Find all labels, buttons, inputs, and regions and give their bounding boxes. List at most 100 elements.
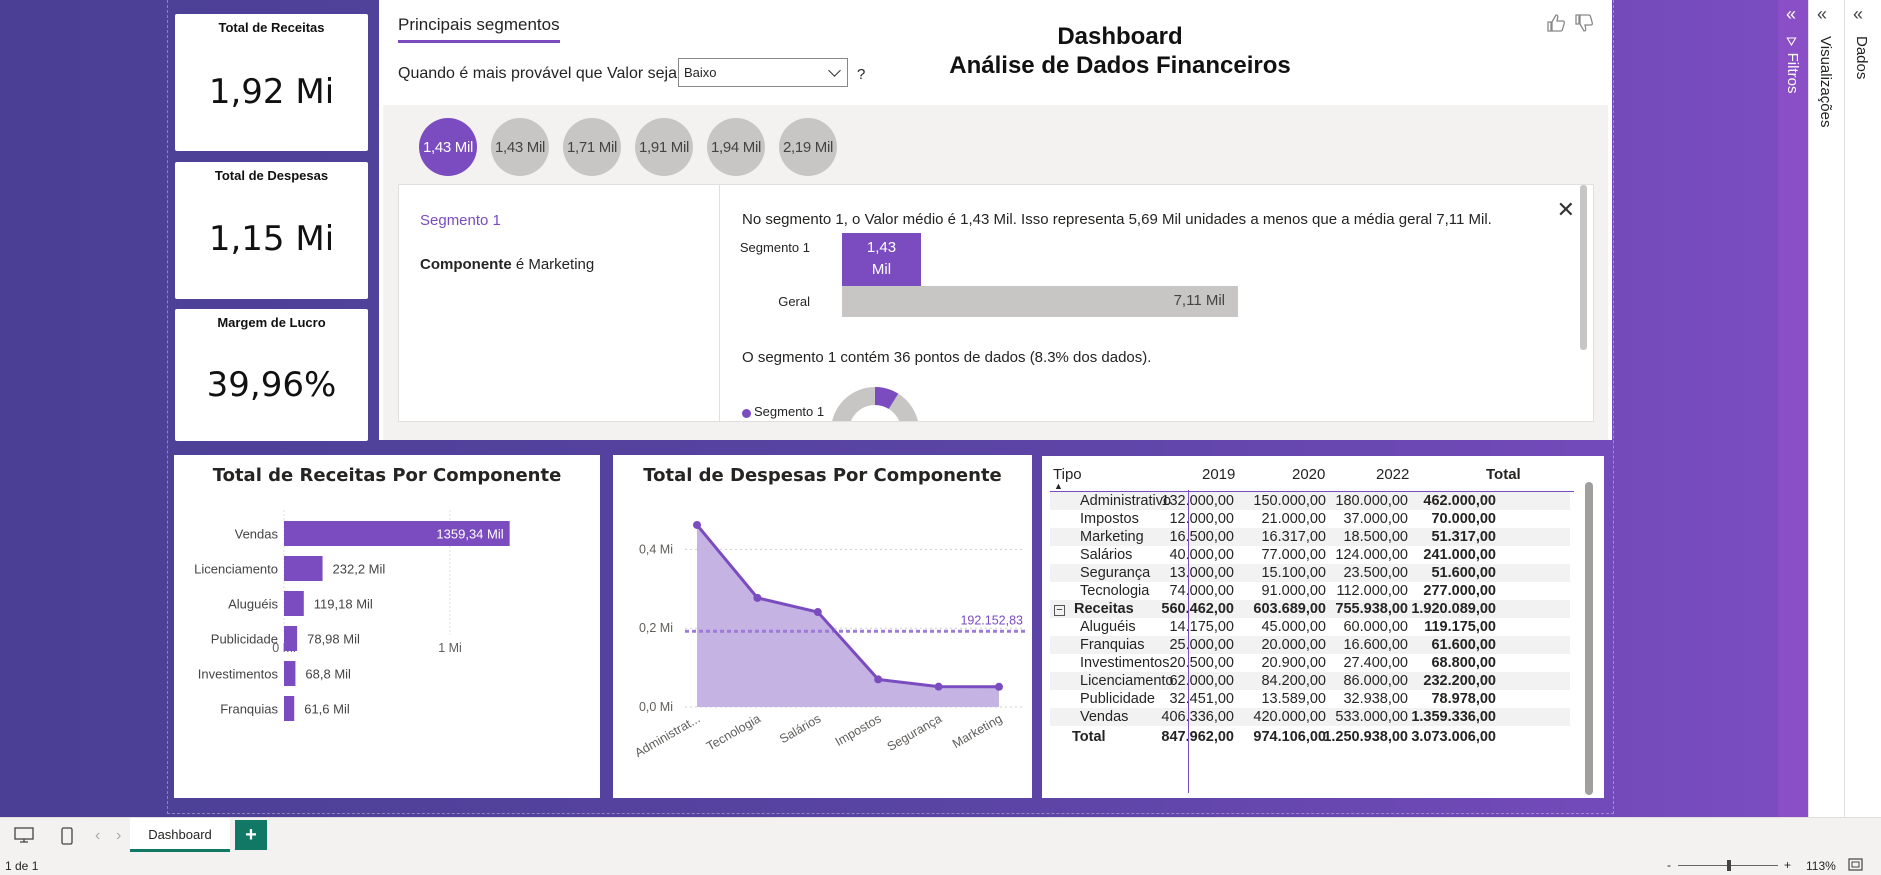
page-tab-dashboard[interactable]: Dashboard — [130, 818, 230, 852]
sort-ascending-icon[interactable]: ▲ — [1054, 481, 1063, 491]
collapse-group-icon[interactable]: − — [1054, 605, 1065, 616]
header-divider — [1050, 491, 1574, 492]
segment-bubble[interactable]: 2,19 Mil — [779, 118, 837, 176]
panel-scrollbar[interactable] — [1580, 185, 1587, 350]
feedback-icons — [1546, 14, 1594, 37]
table-row[interactable]: Tecnologia 74.000,00 91.000,00 112.000,00 27… — [1050, 582, 1570, 600]
table-total-row[interactable]: Total 847.962,00 974.106,00 1.250.938,00 3.0… — [1050, 727, 1570, 747]
header-subtitle: Análise de Dados Financeiros — [949, 52, 1291, 79]
table-row[interactable]: Publicidade 32.451,00 13.589,00 32.938,00 78… — [1050, 690, 1570, 708]
table-row[interactable]: Aluguéis 14.175,00 45.000,00 60.000,00 119.1… — [1050, 618, 1570, 636]
collapse-filters-icon[interactable]: « — [1786, 4, 1796, 25]
table-cell: 406.336,00 — [1161, 709, 1234, 725]
table-cell: 132.000,00 — [1161, 493, 1234, 509]
filters-pane-label: ⛛ Filtros — [1784, 36, 1801, 93]
table-cell: 1.250.938,00 — [1323, 729, 1408, 745]
next-page-icon[interactable]: › — [116, 827, 121, 845]
table-cell: 91.000,00 — [1261, 583, 1326, 599]
segment-bubble[interactable]: 1,71 Mil — [563, 118, 621, 176]
fit-to-page-icon[interactable] — [1848, 858, 1863, 874]
segment-bar: 1,43 Mil — [842, 233, 921, 286]
table-row[interactable]: Licenciamento 62.000,00 84.200,00 86.000,00… — [1050, 672, 1570, 690]
table-cell: 420.000,00 — [1253, 709, 1326, 725]
row-header: Franquias — [1080, 637, 1145, 653]
table-row[interactable]: Vendas 406.336,00 420.000,00 533.000,00 1.35… — [1050, 708, 1570, 726]
table-row[interactable]: Salários 40.000,00 77.000,00 124.000,00 241.… — [1050, 546, 1570, 564]
table-row[interactable]: Franquias 25.000,00 20.000,00 16.600,00 61.6… — [1050, 636, 1570, 654]
column-header: 2020 — [1292, 466, 1326, 483]
kpi-card-receitas[interactable]: Total de Receitas 1,92 Mi — [175, 14, 368, 151]
zoom-slider-thumb[interactable] — [1727, 860, 1731, 871]
data-label: 61,6 Mil — [304, 702, 350, 717]
group-toggle[interactable]: − — [1054, 602, 1074, 618]
despesas-chart-card[interactable]: Total de Despesas Por Componente 0,0 Mi 0… — [613, 455, 1032, 798]
row-header: Aluguéis — [1080, 619, 1136, 635]
table-cell: 20.500,00 — [1169, 655, 1234, 671]
receitas-chart: 0 Mi1 MiVendas1359,34 MilLicenciamento23… — [194, 510, 510, 721]
table-cell: 51.317,00 — [1431, 529, 1496, 545]
table-row[interactable]: Impostos 12.000,00 21.000,00 37.000,00 70.00… — [1050, 510, 1570, 528]
table-cell: 124.000,00 — [1335, 547, 1408, 563]
zoom-in-button[interactable]: + — [1784, 858, 1791, 872]
collapse-data-icon[interactable]: « — [1853, 4, 1863, 25]
question-text: Quando é mais provável que Valor seja — [398, 65, 677, 82]
bar — [284, 556, 323, 581]
table-cell: 25.000,00 — [1169, 637, 1234, 653]
data-point — [753, 593, 762, 602]
segment-bubble[interactable]: 1,43 Mil — [419, 118, 477, 176]
matrix-table[interactable]: Tipo 2019 2020 2022 Total ▲ Administrativo 132.… — [1042, 456, 1604, 798]
collapse-visualizations-icon[interactable]: « — [1817, 4, 1827, 25]
kpi-value: 1,92 Mi — [208, 72, 335, 112]
kpi-card-margem[interactable]: Margem de Lucro 39,96% — [175, 309, 368, 441]
row-header: Tecnologia — [1080, 583, 1150, 599]
segment-bubble[interactable]: 1,94 Mil — [707, 118, 765, 176]
overall-bar: 7,11 Mil — [842, 286, 1238, 317]
chevron-down-icon — [828, 64, 841, 77]
segment-detail-panel: Segmento 1 Componente é Marketing No seg… — [398, 184, 1594, 422]
segment-bubble[interactable]: 1,91 Mil — [635, 118, 693, 176]
desktop-layout-icon[interactable] — [14, 827, 34, 848]
kpi-card-despesas[interactable]: Total de Despesas 1,15 Mi — [175, 162, 368, 299]
table-cell: 32.938,00 — [1343, 691, 1408, 707]
column-header: 2022 — [1376, 466, 1410, 483]
table-row[interactable]: Segurança 13.000,00 15.100,00 23.500,00 51.6… — [1050, 564, 1570, 582]
table-cell: 241.000,00 — [1423, 547, 1496, 563]
table-row[interactable]: Marketing 16.500,00 16.317,00 18.500,00 51.3… — [1050, 528, 1570, 546]
mobile-layout-icon[interactable] — [61, 827, 73, 850]
table-scrollbar[interactable] — [1585, 482, 1593, 795]
y-tick-label: 0,2 Mi — [639, 621, 673, 635]
x-tick-label: 1 Mi — [438, 641, 462, 655]
key-influencers-visual[interactable]: Principais segmentos Quando é mais prová… — [379, 0, 1612, 440]
condition-value: é Marketing — [511, 256, 595, 273]
column-header: 2019 — [1202, 466, 1236, 483]
category-label: Vendas — [235, 527, 279, 542]
value-dropdown[interactable]: Baixo — [678, 58, 848, 87]
table-cell: 150.000,00 — [1253, 493, 1326, 509]
question-mark: ? — [857, 66, 866, 83]
thumbs-up-icon[interactable] — [1546, 14, 1566, 37]
add-page-button[interactable]: + — [235, 820, 267, 850]
row-header: Receitas — [1074, 601, 1134, 617]
table-row[interactable]: Administrativo 132.000,00 150.000,00 180.00… — [1050, 492, 1570, 510]
table-cell: 15.100,00 — [1261, 565, 1326, 581]
segment-bubble[interactable]: 1,43 Mil — [491, 118, 549, 176]
thumbs-down-icon[interactable] — [1574, 14, 1594, 37]
receitas-chart-card[interactable]: Total de Receitas Por Componente 0 Mi1 M… — [174, 455, 600, 798]
table-row[interactable]: Investimentos 20.500,00 20.900,00 27.400,00… — [1050, 654, 1570, 672]
table-cell: 16.500,00 — [1169, 529, 1234, 545]
table-group-row[interactable]: − Receitas 560.462,00 603.689,00 755.938,00 1… — [1050, 600, 1570, 618]
close-icon[interactable]: ✕ — [1557, 197, 1575, 223]
row-header-divider — [1188, 490, 1189, 793]
prev-page-icon[interactable]: ‹ — [95, 827, 100, 845]
tab-principais-segmentos[interactable]: Principais segmentos — [398, 15, 560, 43]
segment-definition: Segmento 1 Componente é Marketing — [399, 185, 720, 421]
table-cell: 13.589,00 — [1261, 691, 1326, 707]
zoom-out-button[interactable]: - — [1667, 858, 1671, 872]
data-pane-label[interactable]: Dados — [1853, 36, 1870, 79]
segment-bubbles: 1,43 Mil 1,43 Mil 1,71 Mil 1,91 Mil 1,94… — [419, 118, 837, 176]
data-point — [874, 675, 883, 684]
visualizations-pane-label[interactable]: Visualizações — [1817, 36, 1834, 127]
dashboard-header: Dashboard Análise de Dados Financeiros — [924, 17, 1316, 97]
table-header-row[interactable]: Tipo 2019 2020 2022 Total ▲ — [1050, 463, 1570, 491]
filters-pane-collapsed[interactable]: « ⛛ Filtros — [1778, 0, 1808, 817]
